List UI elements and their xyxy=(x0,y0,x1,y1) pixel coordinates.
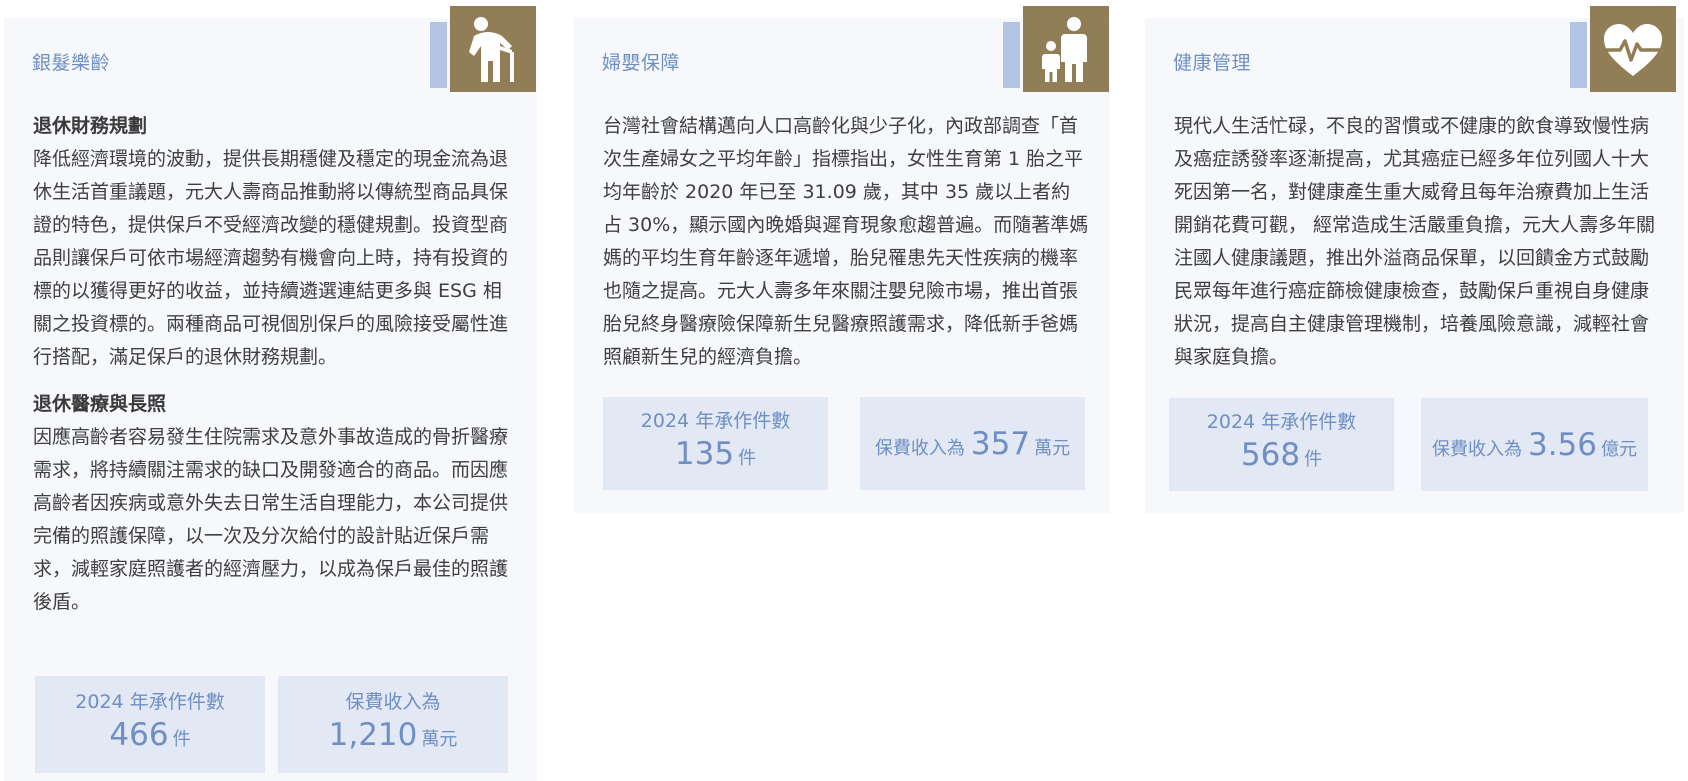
elderly-person-icon xyxy=(450,6,536,92)
stat-unit: 件 xyxy=(1304,449,1323,470)
stat-label: 保費收入為 xyxy=(345,691,441,713)
stat-case-count: 2024 年承作件數 466 件 xyxy=(35,676,265,773)
stat-premium: 保費收入為 357 萬元 xyxy=(860,397,1085,490)
stat-value-row: 保費收入為 3.56 億元 xyxy=(1432,427,1637,463)
stat-label: 2024 年承作件數 xyxy=(640,410,791,432)
section-text: 現代人生活忙碌，不良的習慣或不健康的飲食導致慢性病及癌症誘發率逐漸提高，尤其癌症… xyxy=(1174,115,1656,368)
stat-value: 568 xyxy=(1240,437,1301,473)
stat-unit: 萬元 xyxy=(421,729,458,750)
stat-value-row: 568 件 xyxy=(1241,435,1322,480)
title-accent-bar xyxy=(1570,22,1587,88)
stat-premium: 保費收入為 1,210 萬元 xyxy=(278,676,508,773)
card-body: 退休財務規劃 降低經濟環境的波動，提供長期穩健及穩定的現金流為退休生活首重議題，… xyxy=(33,110,513,633)
card-title: 銀髮樂齡 xyxy=(32,52,111,74)
stat-label: 2024 年承作件數 xyxy=(1206,411,1357,433)
stat-label: 保費收入為 xyxy=(1431,438,1522,460)
stat-case-count: 2024 年承作件數 568 件 xyxy=(1169,398,1394,491)
title-accent-bar xyxy=(430,22,447,88)
stat-value: 357 xyxy=(970,425,1031,462)
stat-value: 3.56 xyxy=(1527,426,1598,463)
title-accent-bar xyxy=(1003,22,1020,88)
card-title: 健康管理 xyxy=(1173,52,1252,74)
stat-value: 1,210 xyxy=(328,717,418,753)
section-text: 因應高齡者容易發生住院需求及意外事故造成的骨折醫療需求，將持續關注需求的缺口及開… xyxy=(33,426,509,613)
stat-value-row: 135 件 xyxy=(675,434,756,479)
section-retirement-care: 退休醫療與長照 因應高齡者容易發生住院需求及意外事故造成的骨折醫療需求，將持續關… xyxy=(33,388,513,619)
card-silver-age: 銀髮樂齡 退休財務規劃 降低經濟環境的波動，提供長期穩健及穩定的現金流為退休生活… xyxy=(4,6,537,781)
card-body: 台灣社會結構邁向人口高齡化與少子化，內政部調查「首次生產婦女之平均年齡」指標指出… xyxy=(603,110,1089,388)
section-heading: 退休財務規劃 xyxy=(33,115,148,137)
heartbeat-icon xyxy=(1590,6,1676,92)
stat-unit: 件 xyxy=(738,448,757,469)
stat-value-row: 1,210 萬元 xyxy=(329,715,458,760)
stat-label: 保費收入為 xyxy=(874,437,965,459)
stat-unit: 億元 xyxy=(1601,438,1638,460)
parent-child-icon xyxy=(1023,6,1109,92)
stat-unit: 件 xyxy=(172,729,191,750)
section-retirement-finance: 退休財務規劃 降低經濟環境的波動，提供長期穩健及穩定的現金流為退休生活首重議題，… xyxy=(33,110,513,374)
section-text: 降低經濟環境的波動，提供長期穩健及穩定的現金流為退休生活首重議題，元大人壽商品推… xyxy=(33,148,509,368)
stat-value: 466 xyxy=(109,717,169,753)
section-health: 現代人生活忙碌，不良的習慣或不健康的飲食導致慢性病及癌症誘發率逐漸提高，尤其癌症… xyxy=(1174,110,1660,374)
section-maternity: 台灣社會結構邁向人口高齡化與少子化，內政部調查「首次生產婦女之平均年齡」指標指出… xyxy=(603,110,1089,374)
stat-value: 135 xyxy=(674,436,735,472)
stat-label: 2024 年承作件數 xyxy=(75,691,225,713)
stat-case-count: 2024 年承作件數 135 件 xyxy=(603,397,828,490)
section-text: 台灣社會結構邁向人口高齡化與少子化，內政部調查「首次生產婦女之平均年齡」指標指出… xyxy=(603,115,1089,368)
stat-value-row: 466 件 xyxy=(109,715,190,760)
card-health-management: 健康管理 現代人生活忙碌，不良的習慣或不健康的飲食導致慢性病及癌症誘發率逐漸提高… xyxy=(1145,6,1684,513)
card-body: 現代人生活忙碌，不良的習慣或不健康的飲食導致慢性病及癌症誘發率逐漸提高，尤其癌症… xyxy=(1174,110,1660,388)
card-title: 婦嬰保障 xyxy=(602,52,681,74)
section-heading: 退休醫療與長照 xyxy=(33,393,167,415)
stat-premium: 保費收入為 3.56 億元 xyxy=(1421,398,1648,491)
stat-unit: 萬元 xyxy=(1034,437,1071,459)
stat-value-row: 保費收入為 357 萬元 xyxy=(875,426,1070,462)
card-maternity-infant: 婦嬰保障 台灣社會結構邁向人口高齡化與少子化，內政部調查「首次生產婦女之平均年齡… xyxy=(574,6,1110,513)
